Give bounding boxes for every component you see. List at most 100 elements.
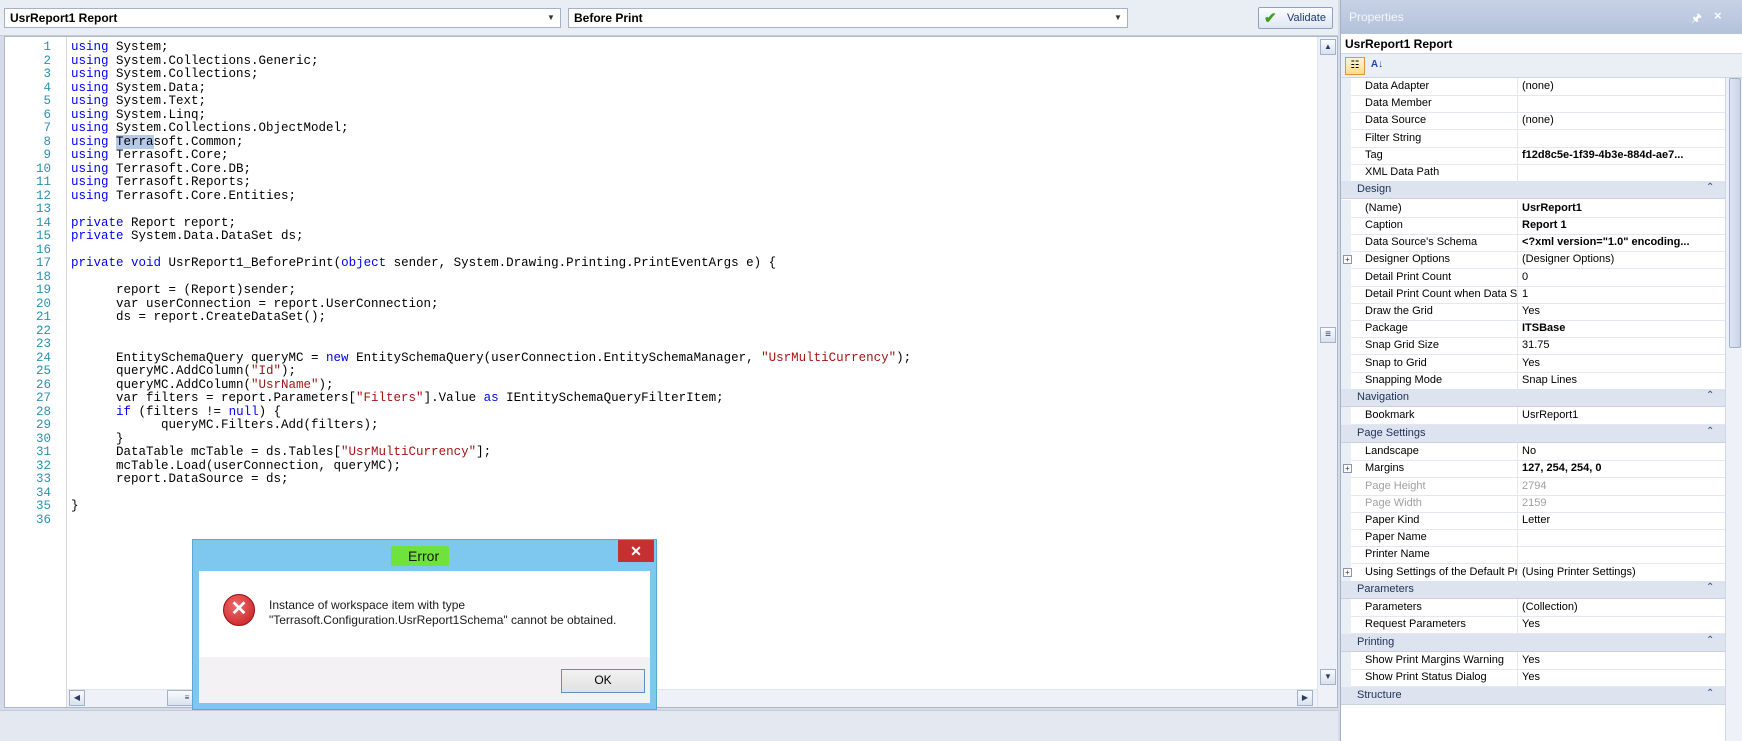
- property-value[interactable]: 127, 254, 254, 0: [1519, 460, 1725, 478]
- chevron-down-icon[interactable]: ▼: [545, 10, 557, 26]
- scroll-left-icon[interactable]: ◀: [69, 690, 85, 706]
- property-category[interactable]: Parameters ⌃: [1341, 580, 1725, 599]
- property-row[interactable]: Detail Print Count when Data Sour 1: [1341, 285, 1725, 304]
- vertical-scrollbar[interactable]: ▲ ≡ ▼: [1317, 37, 1337, 707]
- categorized-view-icon[interactable]: ☷: [1345, 57, 1365, 75]
- property-value[interactable]: Report 1: [1519, 217, 1725, 235]
- property-category[interactable]: Design ⌃: [1341, 181, 1725, 200]
- code-line[interactable]: private System.Data.DataSet ds;: [71, 229, 304, 244]
- code-line[interactable]: }: [71, 499, 79, 514]
- property-grid-scrollbar[interactable]: [1725, 78, 1742, 741]
- collapse-icon[interactable]: ⌃: [1706, 182, 1714, 193]
- collapse-icon[interactable]: ⌃: [1706, 390, 1714, 401]
- property-row[interactable]: Bookmark UsrReport1: [1341, 407, 1725, 426]
- property-value[interactable]: Yes: [1519, 303, 1725, 321]
- property-value[interactable]: (none): [1519, 78, 1725, 96]
- property-value[interactable]: Letter: [1519, 512, 1725, 530]
- event-combo[interactable]: Before Print ▼: [568, 8, 1128, 28]
- property-row[interactable]: + Using Settings of the Default Print (Usi…: [1341, 563, 1725, 582]
- property-value[interactable]: Yes: [1519, 669, 1725, 687]
- pin-icon[interactable]: 🖈: [1691, 9, 1702, 30]
- property-value[interactable]: 2159: [1519, 495, 1725, 513]
- code-line[interactable]: report.DataSource = ds;: [71, 472, 289, 487]
- property-row[interactable]: Draw the Grid Yes: [1341, 302, 1725, 321]
- property-value[interactable]: 31.75: [1519, 337, 1725, 355]
- property-row[interactable]: Paper Kind Letter: [1341, 511, 1725, 530]
- property-row[interactable]: Landscape No: [1341, 443, 1725, 462]
- dialog-titlebar[interactable]: Error ✕: [193, 540, 656, 570]
- property-row[interactable]: Page Width 2159: [1341, 494, 1725, 513]
- property-row[interactable]: XML Data Path: [1341, 164, 1725, 182]
- close-button[interactable]: ✕: [618, 540, 654, 562]
- close-icon[interactable]: ×: [1714, 8, 1722, 23]
- property-value[interactable]: (Collection): [1519, 599, 1725, 617]
- property-row[interactable]: Data Adapter (none): [1341, 78, 1725, 96]
- property-row[interactable]: Filter String: [1341, 129, 1725, 148]
- property-value[interactable]: Snap Lines: [1519, 372, 1725, 390]
- property-row[interactable]: Data Member: [1341, 95, 1725, 114]
- property-row[interactable]: Data Source (none): [1341, 112, 1725, 131]
- code-line[interactable]: using Terrasoft.Core.Entities;: [71, 189, 296, 204]
- property-row[interactable]: + Designer Options (Designer Options): [1341, 251, 1725, 270]
- property-value[interactable]: ITSBase: [1519, 320, 1725, 338]
- property-value[interactable]: Yes: [1519, 355, 1725, 373]
- property-value[interactable]: <?xml version="1.0" encoding...: [1519, 234, 1725, 252]
- property-row[interactable]: Package ITSBase: [1341, 320, 1725, 339]
- property-value[interactable]: f12d8c5e-1f39-4b3e-884d-ae7...: [1519, 147, 1725, 165]
- property-value[interactable]: [1519, 164, 1725, 182]
- event-combo-value: Before Print: [574, 11, 643, 25]
- property-value[interactable]: UsrReport1: [1519, 200, 1725, 218]
- property-row[interactable]: Paper Name: [1341, 529, 1725, 548]
- property-category[interactable]: Structure ⌃: [1341, 686, 1725, 705]
- property-value[interactable]: Yes: [1519, 652, 1725, 670]
- property-row[interactable]: Show Print Status Dialog Yes: [1341, 669, 1725, 688]
- code-line[interactable]: private void UsrReport1_BeforePrint(obje…: [71, 256, 776, 271]
- ok-button[interactable]: OK: [561, 669, 645, 693]
- property-value[interactable]: (none): [1519, 112, 1725, 130]
- code-line[interactable]: ds = report.CreateDataSet();: [71, 310, 326, 325]
- property-value[interactable]: [1519, 529, 1725, 547]
- property-category[interactable]: Page Settings ⌃: [1341, 424, 1725, 443]
- property-row[interactable]: Show Print Margins Warning Yes: [1341, 652, 1725, 671]
- scroll-thumb[interactable]: [1729, 78, 1741, 348]
- property-row[interactable]: Snap Grid Size 31.75: [1341, 337, 1725, 356]
- property-value[interactable]: [1519, 95, 1725, 113]
- property-row[interactable]: Snap to Grid Yes: [1341, 354, 1725, 373]
- scroll-down-icon[interactable]: ▼: [1320, 669, 1336, 685]
- property-value[interactable]: Yes: [1519, 616, 1725, 634]
- property-row[interactable]: Caption Report 1: [1341, 216, 1725, 235]
- property-value[interactable]: (Using Printer Settings): [1519, 564, 1725, 582]
- collapse-icon[interactable]: ⌃: [1706, 426, 1714, 437]
- property-row[interactable]: Page Height 2794: [1341, 477, 1725, 496]
- alphabetical-sort-icon[interactable]: A↓: [1367, 57, 1387, 75]
- property-value[interactable]: 1: [1519, 286, 1725, 304]
- property-row[interactable]: Detail Print Count 0: [1341, 268, 1725, 287]
- property-value[interactable]: 2794: [1519, 478, 1725, 496]
- scroll-right-icon[interactable]: ▶: [1297, 690, 1313, 706]
- property-value[interactable]: 0: [1519, 269, 1725, 287]
- property-row[interactable]: Tag f12d8c5e-1f39-4b3e-884d-ae7...: [1341, 146, 1725, 165]
- property-row[interactable]: Printer Name: [1341, 546, 1725, 565]
- collapse-icon[interactable]: ⌃: [1706, 635, 1714, 646]
- collapse-icon[interactable]: ⌃: [1706, 582, 1714, 593]
- validate-button[interactable]: ✔ Validate: [1258, 7, 1333, 29]
- property-value[interactable]: (Designer Options): [1519, 251, 1725, 269]
- scroll-grip-icon[interactable]: ≡: [1320, 327, 1336, 343]
- property-row[interactable]: Parameters (Collection): [1341, 599, 1725, 618]
- object-combo[interactable]: UsrReport1 Report ▼: [4, 8, 561, 28]
- property-row[interactable]: + Margins 127, 254, 254, 0: [1341, 460, 1725, 479]
- property-value[interactable]: UsrReport1: [1519, 407, 1725, 425]
- property-row[interactable]: Request Parameters Yes: [1341, 616, 1725, 635]
- property-category[interactable]: Navigation ⌃: [1341, 388, 1725, 407]
- collapse-icon[interactable]: ⌃: [1706, 688, 1714, 699]
- property-row[interactable]: Snapping Mode Snap Lines: [1341, 371, 1725, 390]
- property-row[interactable]: Data Source's Schema <?xml version="1.0" …: [1341, 234, 1725, 253]
- scroll-up-icon[interactable]: ▲: [1320, 39, 1336, 55]
- property-category[interactable]: Printing ⌃: [1341, 633, 1725, 652]
- property-value[interactable]: No: [1519, 443, 1725, 461]
- property-row[interactable]: (Name) UsrReport1: [1341, 199, 1725, 218]
- property-value[interactable]: [1519, 546, 1725, 564]
- chevron-down-icon[interactable]: ▼: [1112, 10, 1124, 26]
- selected-object-combo[interactable]: UsrReport1 Report: [1341, 34, 1742, 54]
- property-value[interactable]: [1519, 130, 1725, 148]
